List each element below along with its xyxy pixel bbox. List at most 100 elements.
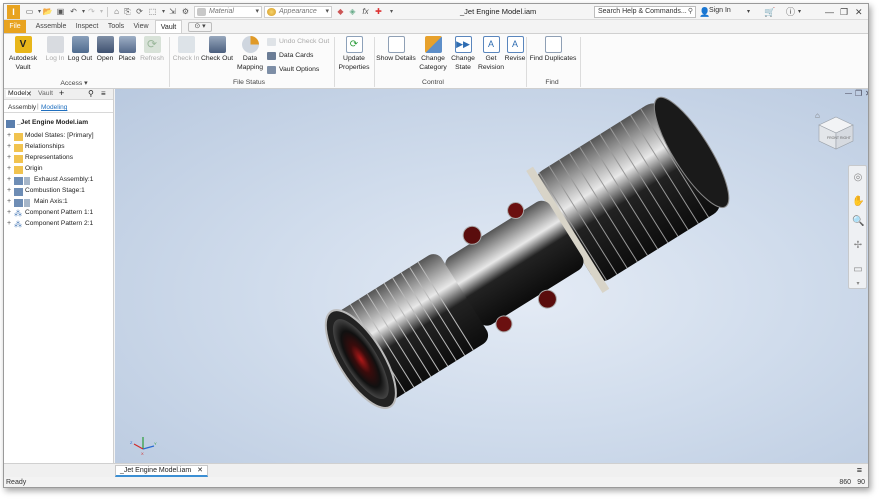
cart-icon[interactable]: 🛒 <box>764 6 775 18</box>
autodesk-vault-button[interactable]: V Autodesk Vault <box>6 36 40 72</box>
expand-icon[interactable]: + <box>7 143 11 150</box>
zoom-icon[interactable]: 🔍 <box>852 216 864 228</box>
axis-x-label: X <box>141 451 144 456</box>
expand-icon[interactable]: + <box>7 209 11 216</box>
update-properties-label: Update <box>343 55 365 62</box>
restore-icon[interactable]: ❐ <box>840 6 848 18</box>
customize-nav-icon[interactable]: ▾ <box>852 278 864 290</box>
open-button[interactable]: Open <box>94 36 116 63</box>
search-browser-icon[interactable]: ⚲ <box>88 89 94 98</box>
viewcube-front-label[interactable]: FRONT <box>827 136 840 140</box>
customize-dropdown-icon[interactable]: ▾ <box>386 7 397 17</box>
log-in-button[interactable]: Log In <box>42 36 68 63</box>
place-button[interactable]: Place <box>116 36 138 63</box>
check-in-button[interactable]: Check In <box>172 36 200 63</box>
undo-check-out-button[interactable]: Undo Check Out <box>267 36 329 47</box>
tree-node[interactable]: + ⁂ Component Pattern 2:1 <box>4 220 114 230</box>
document-tab[interactable]: _Jet Engine Model.iam ✕ <box>115 465 209 477</box>
adjust-appearance-icon[interactable]: ◆ <box>335 7 346 17</box>
tab-file[interactable]: File <box>4 20 26 33</box>
sign-in-dropdown-icon[interactable]: ▾ <box>747 6 750 18</box>
tree-node[interactable]: + Main Axis:1 <box>4 198 114 208</box>
home-view-icon[interactable]: ⌂ <box>815 111 820 120</box>
open-icon[interactable]: 📂 <box>42 7 53 17</box>
change-state-label2: State <box>455 64 471 71</box>
tab-vault[interactable]: Vault <box>155 20 182 33</box>
data-mapping-button[interactable]: Data Mapping <box>236 36 264 72</box>
look-at-icon[interactable]: ▭ <box>852 264 864 276</box>
graphics-viewport[interactable]: — ❐ ✕ <box>115 89 869 463</box>
tree-node[interactable]: + Model States: [Primary] <box>4 132 114 142</box>
find-duplicates-button[interactable]: Find Duplicates <box>528 36 578 63</box>
tree-node[interactable]: + Relationships <box>4 143 114 153</box>
clear-appearance-icon[interactable]: ◈ <box>347 7 358 17</box>
settings-icon[interactable]: ⚙ <box>180 7 191 17</box>
check-out-button[interactable]: Check Out <box>200 36 234 63</box>
close-icon[interactable]: ✕ <box>855 6 863 18</box>
parameters-icon[interactable]: fx <box>360 7 371 17</box>
app-logo-icon[interactable]: I <box>7 5 20 19</box>
sign-in-link[interactable]: Sign In <box>709 7 731 14</box>
panel-options-button[interactable]: ⊙ ▾ <box>188 22 212 32</box>
save-icon[interactable]: ▣ <box>55 7 66 17</box>
appearance-dropdown[interactable]: Appearance ▾ <box>264 6 332 18</box>
document-menu-icon[interactable]: ≡ <box>857 465 862 475</box>
revise-button[interactable]: A Revise <box>502 36 528 63</box>
orbit-icon[interactable]: ✢ <box>852 240 864 252</box>
folder-icon <box>14 155 23 163</box>
show-details-button[interactable]: Show Details <box>376 36 416 63</box>
tab-tools[interactable]: Tools <box>104 20 128 33</box>
access-panel-label[interactable]: Access ▾ <box>54 79 94 87</box>
pan-icon[interactable]: ✋ <box>852 196 864 208</box>
measure-icon[interactable]: ⇲ <box>167 7 178 17</box>
tree-node[interactable]: + Combustion Stage:1 <box>4 187 114 197</box>
update-properties-button[interactable]: ⟳ Update Properties <box>336 36 372 72</box>
help-search-input[interactable]: Search Help & Commands... ⚲ <box>594 6 696 18</box>
vault-options-button[interactable]: Vault Options <box>267 64 319 75</box>
select-icon[interactable]: ⬚ <box>147 7 158 17</box>
expand-icon[interactable]: + <box>7 220 11 227</box>
viewcube[interactable]: FRONT RIGHT <box>817 115 855 151</box>
tree-node[interactable]: + ⁂ Component Pattern 1:1 <box>4 209 114 219</box>
tab-inspect[interactable]: Inspect <box>72 20 102 33</box>
close-model-tab-icon[interactable]: ✕ <box>26 90 32 98</box>
add-tab-icon[interactable]: + <box>59 88 64 98</box>
expand-icon[interactable]: + <box>7 176 11 183</box>
tree-root[interactable]: _Jet Engine Model.iam <box>4 119 114 129</box>
steering-wheel-icon[interactable]: ◎ <box>852 172 864 184</box>
minimize-icon[interactable]: — <box>825 6 834 18</box>
tree-node[interactable]: + Origin <box>4 165 114 175</box>
home-icon[interactable]: ⌂ <box>111 7 122 17</box>
tab-vault-browser[interactable]: Vault <box>38 90 53 97</box>
refresh-button[interactable]: ⟳ Refresh <box>140 36 164 63</box>
browser-subtabs: Assembly | Modeling <box>4 102 113 113</box>
subtab-modeling[interactable]: Modeling <box>41 104 67 111</box>
expand-icon[interactable]: + <box>7 165 11 172</box>
show-details-label: Show Details <box>376 55 416 62</box>
change-category-button[interactable]: Change Category <box>418 36 448 72</box>
expand-icon[interactable]: + <box>7 187 11 194</box>
viewcube-right-label[interactable]: RIGHT <box>840 136 852 140</box>
redo-dropdown-icon[interactable]: ▾ <box>96 7 107 17</box>
jet-engine-model[interactable] <box>115 89 869 463</box>
return-icon[interactable]: ⎘ <box>122 7 133 17</box>
get-revision-icon: A <box>482 36 500 53</box>
expand-icon[interactable]: + <box>7 154 11 161</box>
tab-assemble[interactable]: Assemble <box>32 20 70 33</box>
tree-node[interactable]: + Representations <box>4 154 114 164</box>
data-cards-button[interactable]: Data Cards <box>267 50 313 61</box>
change-state-button[interactable]: ▶▶ Change State <box>448 36 478 72</box>
update-icon[interactable]: ⟳ <box>134 7 145 17</box>
tab-view[interactable]: View <box>130 20 152 33</box>
ucs-icon[interactable]: ✚ <box>373 7 384 17</box>
material-dropdown[interactable]: Material ▾ <box>194 6 262 18</box>
expand-icon[interactable]: + <box>7 198 11 205</box>
subtab-assembly[interactable]: Assembly <box>8 104 36 111</box>
tree-node[interactable]: + Exhaust Assembly:1 <box>4 176 114 186</box>
log-out-button[interactable]: Log Out <box>66 36 94 63</box>
help-icon[interactable]: ⓘ <box>786 6 795 18</box>
help-dropdown-icon[interactable]: ▾ <box>798 6 801 18</box>
menu-icon[interactable]: ≡ <box>101 89 106 98</box>
close-document-icon[interactable]: ✕ <box>197 467 203 474</box>
expand-icon[interactable]: + <box>7 132 11 139</box>
